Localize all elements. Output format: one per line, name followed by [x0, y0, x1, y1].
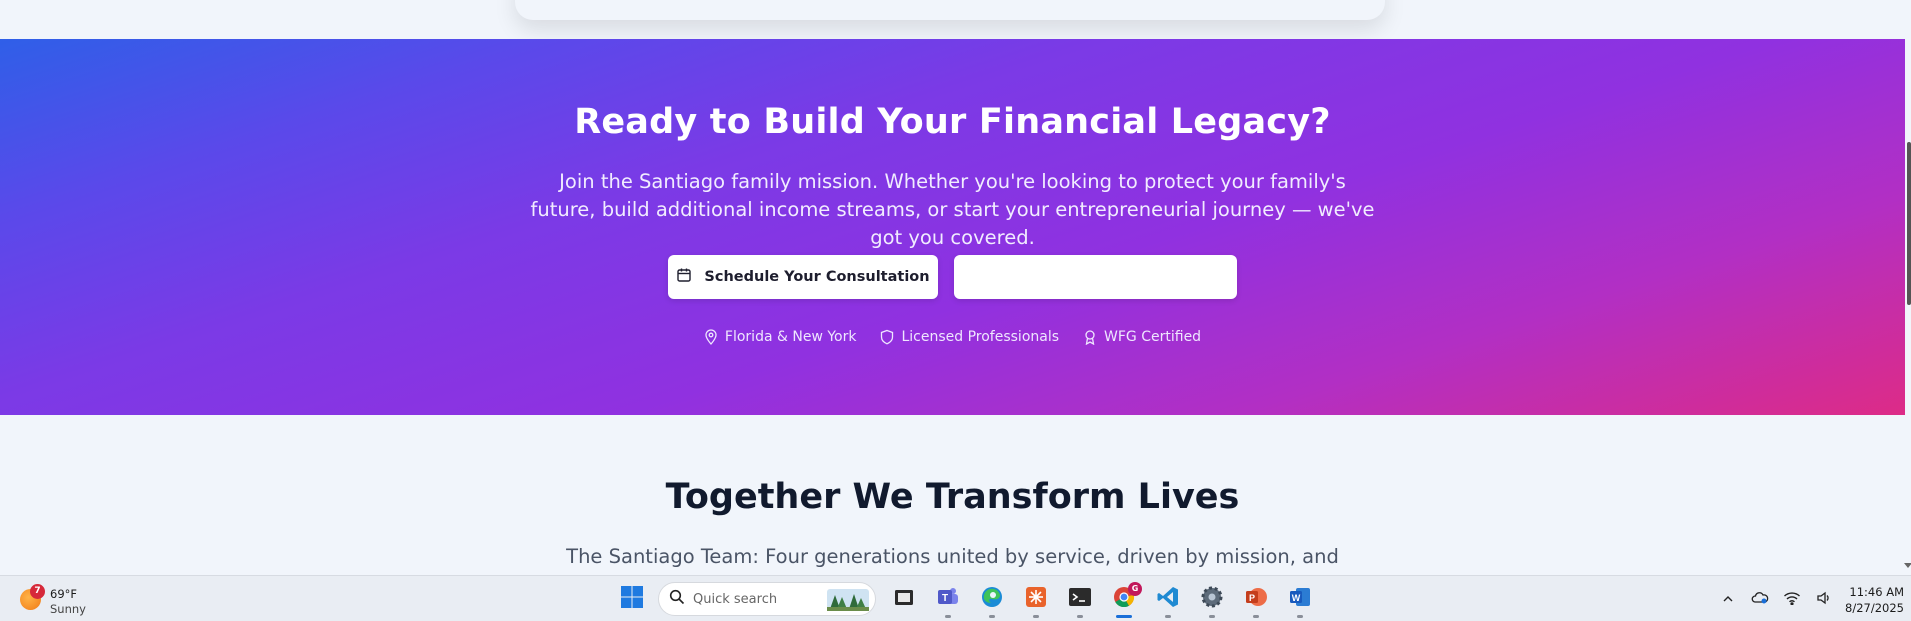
word-icon: W — [1288, 585, 1312, 613]
running-indicator — [1165, 615, 1171, 618]
clock-date: 8/27/2025 — [1845, 601, 1904, 615]
cta-section: Ready to Build Your Financial Legacy? Jo… — [0, 39, 1905, 415]
wifi-icon — [1783, 590, 1801, 609]
cloud-sync-icon — [1751, 590, 1769, 609]
page: Ready to Build Your Financial Legacy? Jo… — [0, 0, 1911, 621]
network-button[interactable] — [1782, 589, 1802, 609]
badge-location: Florida & New York — [704, 329, 857, 345]
taskbar-apps: Quick search T G P W — [610, 576, 1322, 621]
svg-text:P: P — [1249, 593, 1255, 603]
start-button[interactable] — [610, 576, 654, 621]
teams-button[interactable]: T — [926, 576, 970, 621]
windows-start-icon — [620, 585, 644, 613]
terminal-button[interactable] — [1058, 576, 1102, 621]
running-indicator — [1297, 615, 1303, 618]
clock-time: 11:46 AM — [1849, 585, 1904, 599]
running-indicator — [1209, 615, 1215, 618]
clock[interactable]: 11:46 AM 8/27/2025 — [1836, 584, 1904, 616]
schedule-consultation-button[interactable]: Schedule Your Consultation — [668, 255, 938, 299]
shield-icon — [880, 329, 894, 345]
edge-button[interactable] — [970, 576, 1014, 621]
show-hidden-icons-button[interactable] — [1718, 589, 1738, 609]
powerpoint-icon: P — [1244, 585, 1268, 613]
weather-widget[interactable]: 7 69°F Sunny — [18, 582, 98, 616]
system-tray — [1718, 576, 1834, 621]
running-indicator — [945, 615, 951, 618]
file-explorer-icon — [893, 586, 915, 612]
settings-gear-icon — [1200, 585, 1224, 613]
running-indicator — [1253, 615, 1259, 618]
taskbar-search[interactable]: Quick search — [658, 582, 876, 616]
previous-card — [515, 0, 1385, 20]
map-pin-icon — [704, 329, 718, 345]
volume-button[interactable] — [1814, 589, 1834, 609]
svg-text:T: T — [942, 593, 948, 604]
cta-description: Join the Santiago family mission. Whethe… — [530, 170, 1375, 249]
vscode-button[interactable] — [1146, 576, 1190, 621]
settings-button[interactable] — [1190, 576, 1234, 621]
calendar-icon — [676, 267, 692, 287]
badge-certified-label: WFG Certified — [1104, 329, 1202, 345]
trust-badges: Florida & New York Licensed Professional… — [0, 329, 1905, 345]
search-placeholder: Quick search — [693, 591, 778, 607]
weather-condition: Sunny — [50, 602, 86, 616]
running-indicator — [1033, 615, 1039, 618]
active-indicator — [1116, 615, 1132, 618]
search-icon — [669, 589, 685, 609]
chrome-button[interactable]: G — [1102, 576, 1146, 621]
weather-badge: 7 — [30, 584, 45, 599]
onedrive-button[interactable] — [1750, 589, 1770, 609]
badge-location-label: Florida & New York — [724, 329, 857, 345]
speaker-icon — [1816, 590, 1832, 609]
vscode-icon — [1156, 585, 1180, 613]
file-explorer-button[interactable] — [882, 576, 926, 621]
powerpoint-button[interactable]: P — [1234, 576, 1278, 621]
top-strip — [0, 0, 1905, 39]
svg-text:W: W — [1292, 593, 1301, 603]
scrollbar-thumb[interactable] — [1907, 142, 1911, 305]
section-title: Together We Transform Lives — [665, 477, 1240, 517]
award-icon — [1083, 329, 1097, 345]
running-indicator — [1077, 615, 1083, 618]
running-indicator — [989, 615, 995, 618]
teams-icon: T — [936, 585, 960, 613]
app-orange-icon — [1025, 586, 1047, 612]
badge-licensed-label: Licensed Professionals — [901, 329, 1060, 345]
section-description: The Santiago Team: Four generations unit… — [566, 545, 1339, 568]
scroll-down-arrow[interactable] — [1904, 563, 1911, 568]
search-highlight-image — [827, 589, 869, 611]
taskbar: 7 69°F Sunny Quick search T G P W 11:46 … — [0, 575, 1911, 621]
badge-certified: WFG Certified — [1083, 329, 1201, 345]
schedule-consultation-label: Schedule Your Consultation — [704, 269, 930, 285]
badge-licensed: Licensed Professionals — [880, 329, 1059, 345]
chrome-profile-badge: G — [1128, 582, 1142, 596]
weather-temp: 69°F — [50, 587, 77, 601]
terminal-icon — [1068, 586, 1092, 612]
secondary-button[interactable] — [954, 255, 1237, 299]
word-button[interactable]: W — [1278, 576, 1322, 621]
edge-icon — [980, 585, 1004, 613]
orange-app-button[interactable] — [1014, 576, 1058, 621]
chevron-up-icon — [1722, 590, 1734, 609]
cta-title: Ready to Build Your Financial Legacy? — [574, 102, 1331, 142]
